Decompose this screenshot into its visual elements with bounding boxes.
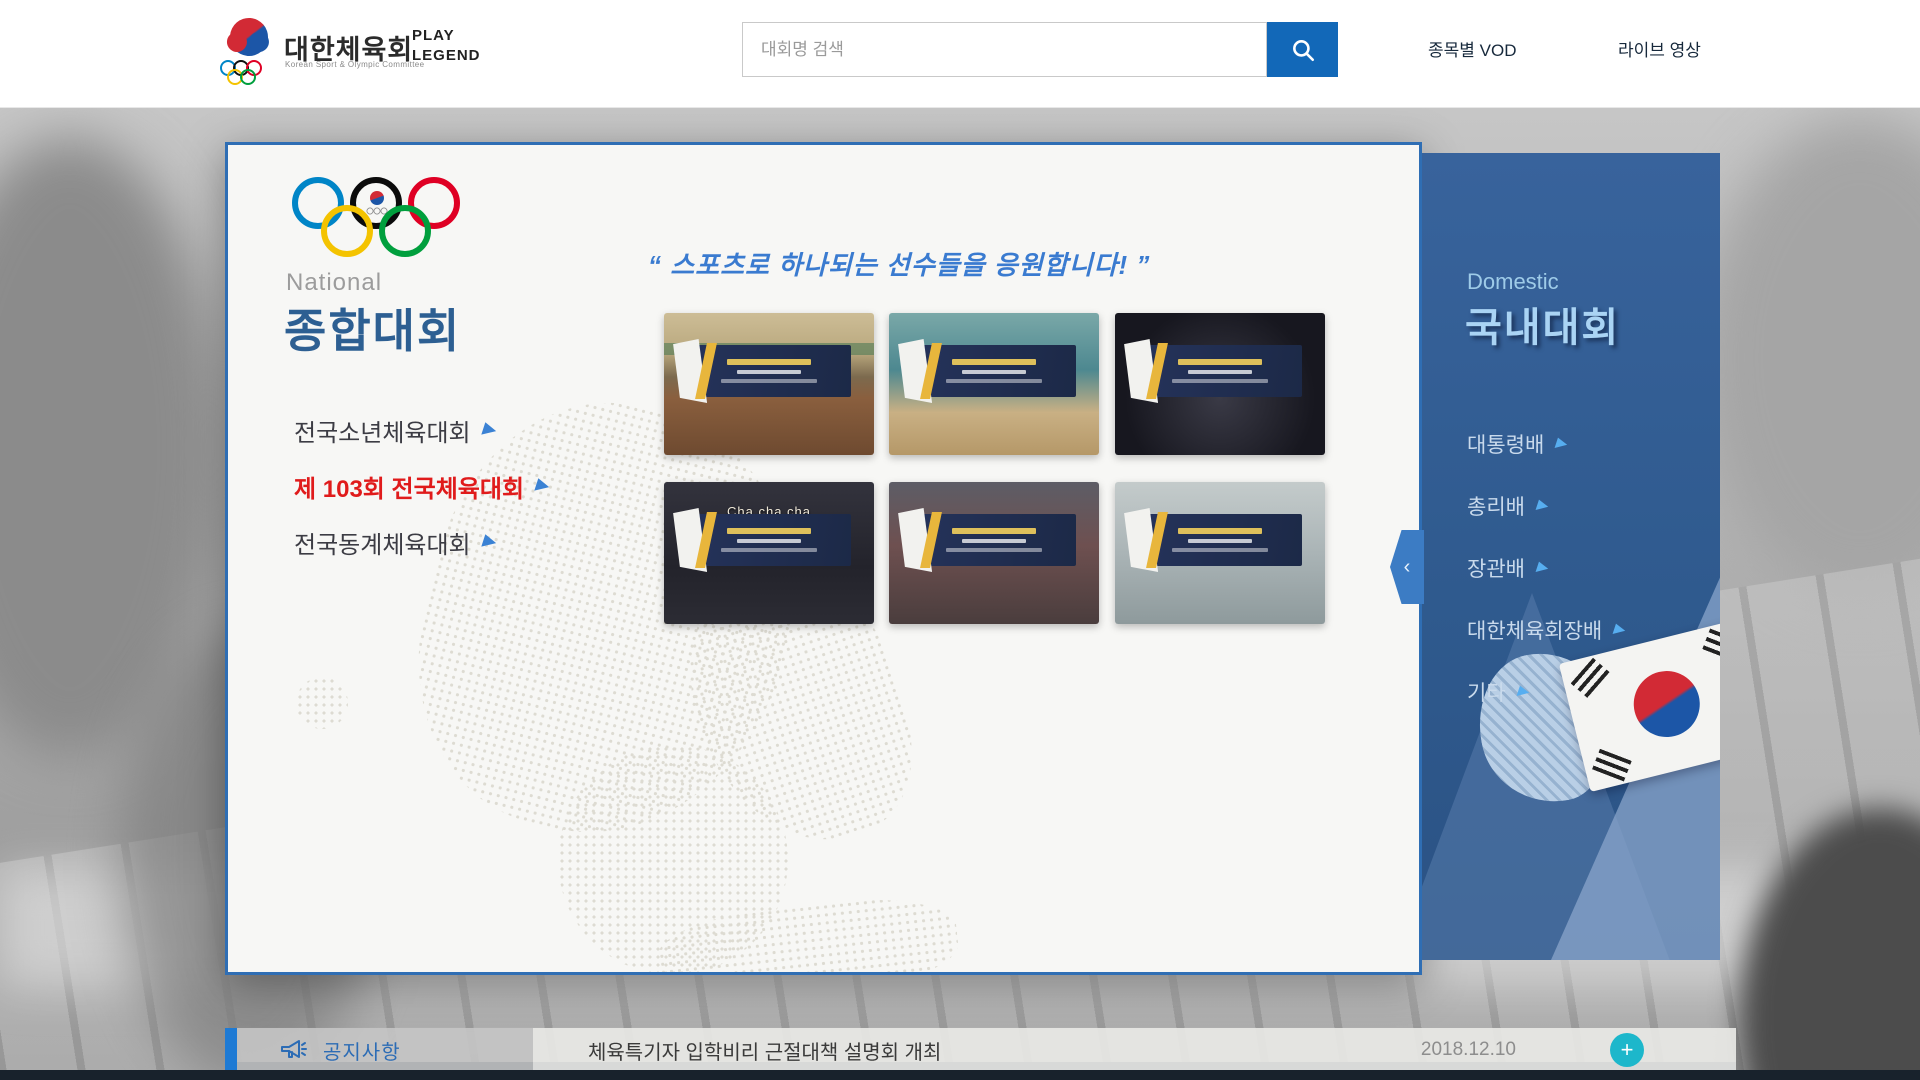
sidebar-category-en: Domestic xyxy=(1467,269,1559,295)
notice-label: 공지사항 xyxy=(323,1036,401,1065)
cursor-arrow-icon xyxy=(481,534,497,550)
sidebar-item-etc[interactable]: 기타 xyxy=(1467,677,1625,707)
sidebar-item-minister-cup[interactable]: 장관배 xyxy=(1467,553,1625,583)
cursor-arrow-icon xyxy=(534,478,550,494)
notice-accent xyxy=(225,1028,237,1072)
cursor-arrow-icon xyxy=(1613,623,1627,637)
sidebar-item-presidents-cup[interactable]: 대통령배 xyxy=(1467,429,1625,459)
footer-strip xyxy=(0,1070,1920,1080)
search-button[interactable] xyxy=(1267,22,1338,77)
logo-play-legend: PLAY LEGEND xyxy=(412,26,481,66)
logo-subtitle: Korean Sport & Olympic Committee xyxy=(285,60,425,69)
notice-date: 2018.12.10 xyxy=(1421,1039,1516,1061)
sidebar-title: 국내대회 xyxy=(1465,295,1620,353)
video-title-banner xyxy=(912,514,1076,566)
slogan-quote: “ 스포츠로 하나되는 선수들을 응원합니다! ” xyxy=(648,245,1208,282)
background-shape xyxy=(1700,118,1920,598)
menu-item-label: 전국소년체육대회 xyxy=(294,413,471,448)
video-thumbnail[interactable] xyxy=(889,313,1099,455)
cursor-arrow-icon xyxy=(481,422,497,438)
search-icon xyxy=(1290,37,1316,63)
menu-item-national-winter-games[interactable]: 전국동계체육대회 xyxy=(294,525,549,560)
notice-bar: 공지사항 체육특기자 입학비리 근절대책 설명회 개최 2018.12.10 + xyxy=(225,1028,1736,1072)
national-games-panel: National 종합대회 전국소년체육대회 제 103회 전국체육대회 전국동… xyxy=(225,142,1422,975)
sidebar-item-label: 총리배 xyxy=(1467,491,1525,521)
sidebar-item-label: 대통령배 xyxy=(1467,429,1544,459)
cursor-arrow-icon xyxy=(1536,499,1550,513)
sidebar-item-ksoc-chairman-cup[interactable]: 대한체육회장배 xyxy=(1467,615,1625,645)
video-title-banner xyxy=(912,345,1076,397)
notice-link[interactable]: 체육특기자 입학비리 근절대책 설명회 개최 xyxy=(588,1036,941,1065)
sidebar-item-label: 장관배 xyxy=(1467,553,1525,583)
video-thumbnail-grid: Cha cha cha xyxy=(664,313,1364,793)
menu-item-label: 제 103회 전국체육대회 xyxy=(294,469,524,504)
sidebar-item-prime-minister-cup[interactable]: 총리배 xyxy=(1467,491,1625,521)
chevron-left-icon: ‹ xyxy=(1404,556,1411,579)
competition-menu: 전국소년체육대회 제 103회 전국체육대회 전국동계체육대회 xyxy=(294,413,549,581)
olympic-rings-logo xyxy=(292,177,492,272)
sidebar-item-label: 기타 xyxy=(1467,677,1506,707)
notice-label-section: 공지사항 xyxy=(237,1028,533,1072)
cursor-arrow-icon xyxy=(1516,685,1530,699)
cursor-arrow-icon xyxy=(1536,561,1550,575)
domestic-sidebar: Domestic 국내대회 대통령배 총리배 장관배 대한체육회장배 기타 xyxy=(1422,153,1720,960)
menu-item-103rd-national-games[interactable]: 제 103회 전국체육대회 xyxy=(294,469,549,504)
video-thumbnail[interactable] xyxy=(1115,482,1325,624)
sidebar-item-label: 대한체육회장배 xyxy=(1467,615,1602,645)
video-thumbnail[interactable] xyxy=(664,313,874,455)
menu-item-label: 전국동계체육대회 xyxy=(294,525,471,560)
video-title-banner xyxy=(1138,345,1302,397)
menu-item-national-youth-games[interactable]: 전국소년체육대회 xyxy=(294,413,549,448)
search-input[interactable] xyxy=(742,22,1267,77)
cursor-arrow-icon xyxy=(1555,437,1569,451)
notice-expand-button[interactable]: + xyxy=(1610,1033,1644,1067)
video-thumbnail[interactable] xyxy=(1115,313,1325,455)
site-logo[interactable]: 대한체육회 Korean Sport & Olympic Committee P… xyxy=(220,16,520,92)
nav-vod-by-sport[interactable]: 종목별 VOD xyxy=(1428,36,1516,61)
nav-live-video[interactable]: 라이브 영상 xyxy=(1618,36,1701,61)
header: 대한체육회 Korean Sport & Olympic Committee P… xyxy=(0,0,1920,108)
megaphone-icon xyxy=(279,1037,309,1063)
video-thumbnail[interactable]: Cha cha cha xyxy=(664,482,874,624)
olympic-rings-icon xyxy=(220,60,290,86)
notice-content-section: 체육특기자 입학비리 근절대책 설명회 개최 2018.12.10 + xyxy=(533,1028,1736,1072)
video-thumbnail[interactable] xyxy=(889,482,1099,624)
video-title-banner xyxy=(687,345,851,397)
taegeuk-emblem-icon xyxy=(225,13,273,61)
video-title-banner xyxy=(1138,514,1302,566)
domestic-menu: 대통령배 총리배 장관배 대한체육회장배 기타 xyxy=(1467,429,1625,739)
video-title-banner xyxy=(687,514,851,566)
panel-title: 종합대회 xyxy=(284,295,461,361)
panel-category-en: National xyxy=(286,269,382,297)
watermark-ball xyxy=(296,677,348,729)
page: 대한체육회 Korean Sport & Olympic Committee P… xyxy=(0,0,1920,1080)
